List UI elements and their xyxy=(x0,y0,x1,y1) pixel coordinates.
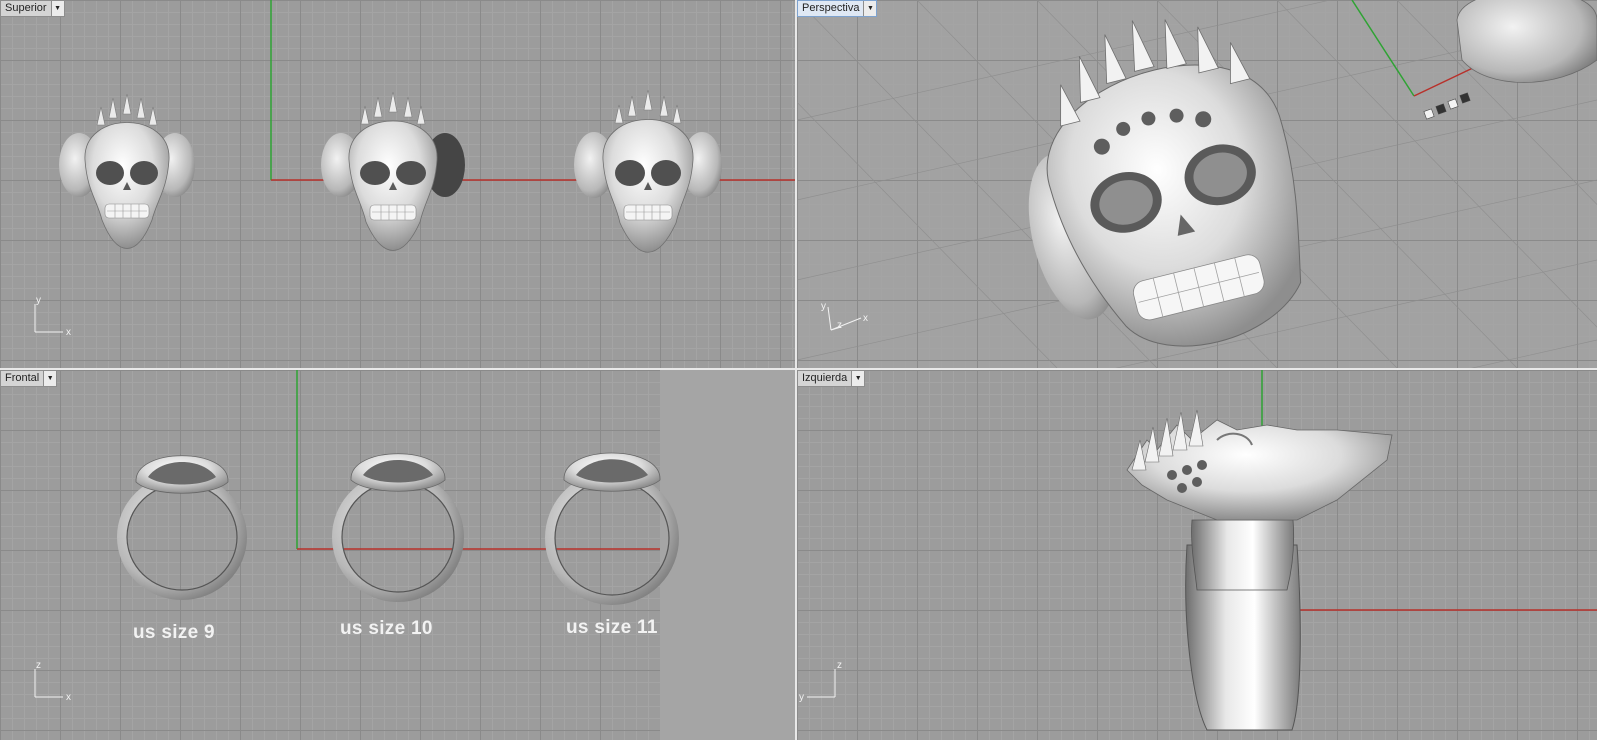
viewport-front[interactable]: Frontal ▼ z x us size 9 us size 10 us si… xyxy=(0,370,795,740)
viewport-grid: Superior ▼ y x Perspectiva ▼ y x z Front… xyxy=(0,0,1597,740)
axis-gizmo xyxy=(34,304,63,333)
viewport-tab-left[interactable]: Izquierda ▼ xyxy=(797,370,866,387)
viewport-tab-perspective[interactable]: Perspectiva ▼ xyxy=(797,0,878,17)
axis-label-y: y xyxy=(36,295,41,306)
axis-label-z: z xyxy=(36,660,41,671)
axis-gizmo xyxy=(807,669,836,698)
axis-label-x: x xyxy=(66,327,71,338)
dropdown-arrow-icon[interactable]: ▼ xyxy=(43,371,57,386)
ring-front-size-10 xyxy=(332,453,464,602)
axis-label-x: x xyxy=(863,313,868,324)
viewport-title: Superior xyxy=(5,2,47,14)
skull-ring-top-3 xyxy=(574,89,722,253)
size-label-11: us size 11 xyxy=(566,617,658,638)
viewport-tab-top[interactable]: Superior ▼ xyxy=(0,0,65,17)
axis-label-x: x xyxy=(66,692,71,703)
front-scene: z x xyxy=(34,370,679,703)
ring-front-size-11 xyxy=(545,452,679,605)
size-label-10: us size 10 xyxy=(340,618,433,639)
ring-front-size-9 xyxy=(117,455,247,600)
axis-label-y: y xyxy=(799,692,804,703)
viewport-title: Frontal xyxy=(5,372,40,384)
dropdown-arrow-icon[interactable]: ▼ xyxy=(863,1,877,16)
viewport-left[interactable]: Izquierda ▼ z y xyxy=(797,370,1597,740)
dropdown-arrow-icon[interactable]: ▼ xyxy=(851,371,865,386)
axis-label-y: y xyxy=(821,301,826,312)
skull-ring-perspective xyxy=(1028,19,1302,347)
skull-ring-top-1 xyxy=(59,93,195,249)
skull-ring-perspective-partial xyxy=(1423,0,1597,120)
skull-ring-side-view xyxy=(1126,409,1393,731)
viewport-title: Izquierda xyxy=(802,372,848,384)
axis-gizmo xyxy=(827,306,862,331)
axis-label-z: z xyxy=(837,660,842,671)
size-label-9: us size 9 xyxy=(133,622,215,643)
viewport-perspective[interactable]: Perspectiva ▼ y x z xyxy=(797,0,1597,368)
viewport-tab-front[interactable]: Frontal ▼ xyxy=(0,370,58,387)
perspective-scene: y x z xyxy=(797,0,1597,368)
skull-ring-top-2 xyxy=(321,91,465,251)
viewport-top[interactable]: Superior ▼ y x xyxy=(0,0,795,368)
dropdown-arrow-icon[interactable]: ▼ xyxy=(50,1,64,16)
axis-gizmo xyxy=(34,669,63,698)
top-scene: y x xyxy=(34,0,795,338)
left-scene: z y xyxy=(799,370,1597,731)
viewport-title: Perspectiva xyxy=(802,2,860,14)
axis-label-z: z xyxy=(837,320,842,331)
